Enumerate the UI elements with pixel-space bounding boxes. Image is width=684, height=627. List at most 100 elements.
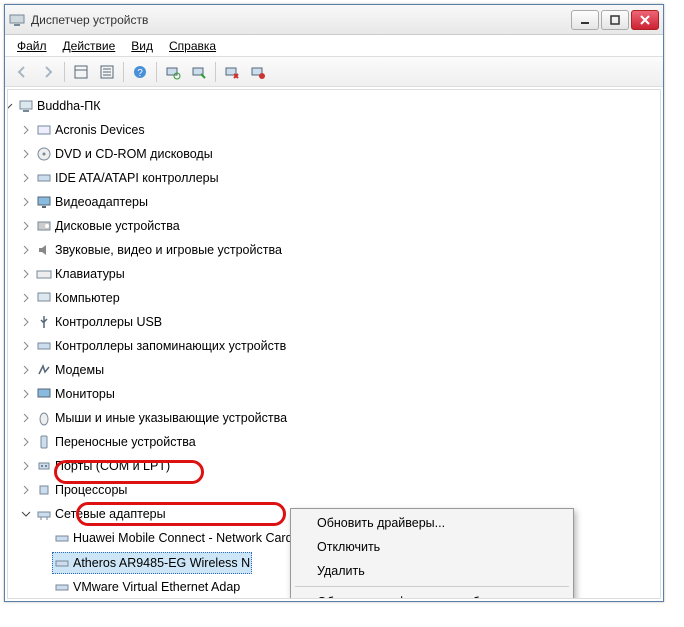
tree-label: Процессоры xyxy=(55,480,127,500)
tree-label: DVD и CD-ROM дисководы xyxy=(55,144,213,164)
context-menu: Обновить драйверы... Отключить Удалить О… xyxy=(290,508,574,599)
computer-icon xyxy=(18,98,34,114)
minimize-button[interactable] xyxy=(571,10,599,30)
expand-icon[interactable] xyxy=(20,148,31,159)
disk-icon xyxy=(36,218,52,234)
menu-file[interactable]: Файл xyxy=(9,37,55,55)
network-icon xyxy=(54,530,70,546)
ctx-update-drivers[interactable]: Обновить драйверы... xyxy=(293,511,571,535)
collapse-icon[interactable] xyxy=(7,100,13,111)
expand-icon[interactable] xyxy=(20,292,31,303)
separator xyxy=(156,62,157,82)
tree-label: Компьютер xyxy=(55,288,120,308)
tree-label: Дисковые устройства xyxy=(55,216,180,236)
expand-icon[interactable] xyxy=(20,196,31,207)
maximize-button[interactable] xyxy=(601,10,629,30)
tool-detail[interactable] xyxy=(68,59,94,85)
svg-text:?: ? xyxy=(137,68,143,79)
tree-item[interactable]: Переносные устройства xyxy=(34,432,198,452)
tree-label: Звуковые, видео и игровые устройства xyxy=(55,240,282,260)
usb-icon xyxy=(36,314,52,330)
ctx-rescan[interactable]: Обновить конфигурацию оборудования xyxy=(293,590,571,599)
tree-root[interactable]: Buddha-ПК xyxy=(16,96,103,116)
ctx-delete[interactable]: Удалить xyxy=(293,559,571,583)
close-button[interactable] xyxy=(631,10,659,30)
modem-icon xyxy=(36,362,52,378)
tree-item[interactable]: Мыши и иные указывающие устройства xyxy=(34,408,289,428)
sound-icon xyxy=(36,242,52,258)
keyboard-icon xyxy=(36,266,52,282)
tree-item[interactable]: Компьютер xyxy=(34,288,122,308)
mouse-icon xyxy=(36,410,52,426)
tree-label: Клавиатуры xyxy=(55,264,125,284)
separator xyxy=(215,62,216,82)
expand-icon[interactable] xyxy=(20,124,31,135)
expand-icon[interactable] xyxy=(20,220,31,231)
tree-label: Порты (COM и LPT) xyxy=(55,456,170,476)
tree-item[interactable]: Клавиатуры xyxy=(34,264,127,284)
tool-update[interactable] xyxy=(186,59,212,85)
tool-forward xyxy=(35,59,61,85)
expand-icon[interactable] xyxy=(20,172,31,183)
tree-item[interactable]: Huawei Mobile Connect - Network Card #2 xyxy=(52,528,312,548)
tree-item[interactable]: Видеоадаптеры xyxy=(34,192,150,212)
network-icon xyxy=(36,506,52,522)
tree-item[interactable]: Дисковые устройства xyxy=(34,216,182,236)
tree-item[interactable]: Порты (COM и LPT) xyxy=(34,456,172,476)
ctx-label: Обновить драйверы... xyxy=(317,516,445,530)
expand-icon[interactable] xyxy=(20,460,31,471)
expand-icon[interactable] xyxy=(20,412,31,423)
display-icon xyxy=(36,194,52,210)
tree-label: Buddha-ПК xyxy=(37,96,101,116)
tool-disable[interactable] xyxy=(245,59,271,85)
tool-list[interactable] xyxy=(94,59,120,85)
toolbar: ? xyxy=(5,57,663,87)
tree-item-network-adapters[interactable]: Сетевые адаптеры xyxy=(34,504,168,524)
collapse-icon[interactable] xyxy=(20,508,31,519)
expand-icon[interactable] xyxy=(20,436,31,447)
tree-label: Переносные устройства xyxy=(55,432,196,452)
tree-label: Контроллеры USB xyxy=(55,312,162,332)
tree-label: Контроллеры запоминающих устройств xyxy=(55,336,286,356)
computer-icon xyxy=(36,290,52,306)
tree-item[interactable]: Процессоры xyxy=(34,480,129,500)
tree-label: Acronis Devices xyxy=(55,120,145,140)
tool-scan[interactable] xyxy=(160,59,186,85)
tree-label: Мониторы xyxy=(55,384,115,404)
separator xyxy=(123,62,124,82)
tree-item[interactable]: VMware Virtual Ethernet Adap xyxy=(52,577,242,597)
tool-back xyxy=(9,59,35,85)
portable-icon xyxy=(36,434,52,450)
tree-label: IDE ATA/ATAPI контроллеры xyxy=(55,168,219,188)
tree-item[interactable]: Звуковые, видео и игровые устройства xyxy=(34,240,284,260)
expand-icon[interactable] xyxy=(20,316,31,327)
expand-icon[interactable] xyxy=(20,244,31,255)
tree-item[interactable]: Мониторы xyxy=(34,384,117,404)
tree-item[interactable]: IDE ATA/ATAPI контроллеры xyxy=(34,168,221,188)
tree-item-selected[interactable]: Atheros AR9485-EG Wireless N xyxy=(52,552,252,574)
expand-icon[interactable] xyxy=(20,340,31,351)
tool-uninstall[interactable] xyxy=(219,59,245,85)
titlebar: Диспетчер устройств xyxy=(5,5,663,35)
tree-item[interactable]: Модемы xyxy=(34,360,106,380)
tree-label: Huawei Mobile Connect - Network Card #2 xyxy=(73,528,310,548)
expand-icon[interactable] xyxy=(20,268,31,279)
expand-icon[interactable] xyxy=(20,388,31,399)
tree-label: Сетевые адаптеры xyxy=(55,504,166,524)
tree-item[interactable]: Контроллеры USB xyxy=(34,312,164,332)
expand-icon[interactable] xyxy=(20,484,31,495)
dvd-icon xyxy=(36,146,52,162)
device-tree[interactable]: Buddha-ПК Acronis Devices DVD и CD-ROM д… xyxy=(7,89,661,599)
app-icon xyxy=(9,12,25,28)
ctx-disable[interactable]: Отключить xyxy=(293,535,571,559)
tree-item[interactable]: Acronis Devices xyxy=(34,120,147,140)
tool-help[interactable]: ? xyxy=(127,59,153,85)
expand-icon[interactable] xyxy=(20,364,31,375)
tree-label: Atheros AR9485-EG Wireless N xyxy=(73,553,250,573)
tree-item[interactable]: Контроллеры запоминающих устройств xyxy=(34,336,288,356)
separator xyxy=(295,586,569,587)
menu-action[interactable]: Действие xyxy=(55,37,124,55)
tree-item[interactable]: DVD и CD-ROM дисководы xyxy=(34,144,215,164)
menu-view[interactable]: Вид xyxy=(123,37,161,55)
menu-help[interactable]: Справка xyxy=(161,37,224,55)
